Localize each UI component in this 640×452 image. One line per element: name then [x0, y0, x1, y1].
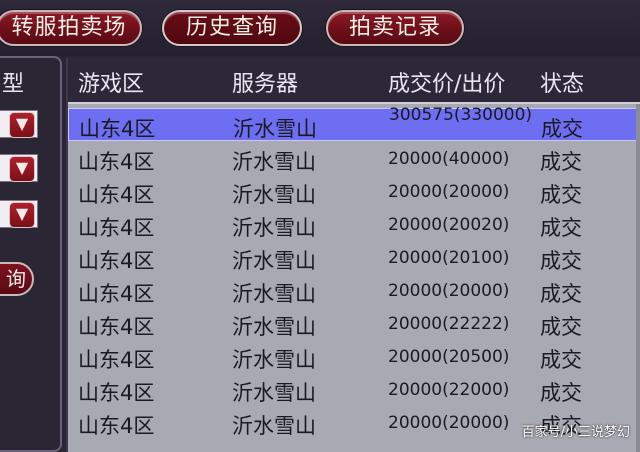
filter-dropdown-2[interactable]: ▼	[0, 154, 38, 182]
table-row[interactable]: 山东4区 沂水雪山 20000(40000) 成交	[68, 142, 640, 175]
table-row[interactable]: 山东4区 沂水雪山 300575(330000) 成交	[68, 105, 640, 141]
records-table: 游戏区 服务器 成交价/出价 状态 山东4区 沂水雪山 300575(33000…	[66, 58, 640, 452]
tab-auction-records[interactable]: 拍卖记录	[326, 10, 464, 46]
cell-status: 成交	[540, 348, 582, 372]
cell-zone: 山东4区	[79, 117, 156, 141]
chevron-down-icon[interactable]: ▼	[9, 156, 35, 182]
cell-server: 沂水雪山	[232, 348, 316, 372]
cell-price: 20000(40000)	[388, 149, 510, 169]
cell-server: 沂水雪山	[232, 381, 316, 405]
cell-status: 成交	[540, 249, 582, 273]
cell-price: 300575(330000)	[389, 105, 533, 125]
tab-history-query[interactable]: 历史查询	[162, 10, 302, 46]
chevron-down-icon[interactable]: ▼	[9, 202, 35, 228]
cell-server: 沂水雪山	[232, 150, 316, 174]
cell-zone: 山东4区	[78, 150, 155, 174]
cell-server: 沂水雪山	[233, 117, 317, 141]
filter-dropdown-3[interactable]: ▼	[0, 200, 38, 228]
cell-server: 沂水雪山	[232, 315, 316, 339]
cell-price: 20000(22000)	[388, 380, 510, 400]
cell-price: 20000(22222)	[388, 314, 510, 334]
header-divider	[68, 102, 640, 104]
cell-status: 成交	[540, 183, 582, 207]
filter-label: 型	[2, 72, 25, 97]
table-row[interactable]: 山东4区 沂水雪山 20000(20500) 成交	[68, 340, 640, 373]
header-price: 成交价/出价	[388, 72, 506, 97]
cell-price: 20000(20020)	[388, 215, 510, 235]
tab-transfer-auction[interactable]: 转服拍卖场	[0, 10, 142, 46]
cell-zone: 山东4区	[78, 315, 155, 339]
cell-server: 沂水雪山	[232, 216, 316, 240]
cell-zone: 山东4区	[78, 216, 155, 240]
table-row[interactable]: 山东4区 沂水雪山 20000(22222) 成交	[68, 307, 640, 340]
cell-server: 沂水雪山	[232, 282, 316, 306]
cell-price: 20000(20000)	[388, 281, 510, 301]
cell-status: 成交	[540, 216, 582, 240]
cell-zone: 山东4区	[78, 183, 155, 207]
chevron-down-icon[interactable]: ▼	[9, 112, 35, 138]
cell-status: 成交	[540, 315, 582, 339]
cell-zone: 山东4区	[78, 282, 155, 306]
cell-server: 沂水雪山	[232, 183, 316, 207]
table-row[interactable]: 山东4区 沂水雪山 20000(20000) 成交	[68, 175, 640, 208]
query-button[interactable]: 询	[0, 262, 34, 296]
cell-zone: 山东4区	[78, 249, 155, 273]
table-row[interactable]: 山东4区 沂水雪山 20000(22000) 成交	[68, 373, 640, 406]
filter-dropdown-1[interactable]: ▼	[0, 110, 38, 138]
table-row[interactable]: 山东4区 沂水雪山 20000(20000) 成交	[68, 274, 640, 307]
top-tab-bar: 转服拍卖场 历史查询 拍卖记录	[0, 0, 640, 56]
cell-server: 沂水雪山	[232, 249, 316, 273]
table-row[interactable]: 山东4区 沂水雪山 20000(20020) 成交	[68, 208, 640, 241]
cell-zone: 山东4区	[78, 348, 155, 372]
cell-status: 成交	[540, 282, 582, 306]
cell-status: 成交	[540, 150, 582, 174]
cell-zone: 山东4区	[78, 414, 155, 438]
cell-price: 20000(20000)	[388, 182, 510, 202]
table-scroll-edge	[636, 104, 640, 452]
watermark-text: 百家号/小三说梦幻	[521, 425, 630, 440]
cell-server: 沂水雪山	[232, 414, 316, 438]
header-zone: 游戏区	[78, 72, 145, 97]
cell-status: 成交	[540, 381, 582, 405]
table-row[interactable]: 山东4区 沂水雪山 20000(20100) 成交	[68, 241, 640, 274]
cell-price: 20000(20000)	[388, 413, 510, 433]
filter-panel: 型 ▼ ▼ ▼ 询	[0, 56, 62, 452]
header-status: 状态	[540, 72, 585, 97]
table-header: 游戏区 服务器 成交价/出价 状态	[68, 58, 640, 102]
cell-price: 20000(20500)	[388, 347, 510, 367]
cell-price: 20000(20100)	[388, 248, 510, 268]
cell-status: 成交	[541, 117, 583, 141]
header-server: 服务器	[232, 72, 299, 97]
cell-zone: 山东4区	[78, 381, 155, 405]
